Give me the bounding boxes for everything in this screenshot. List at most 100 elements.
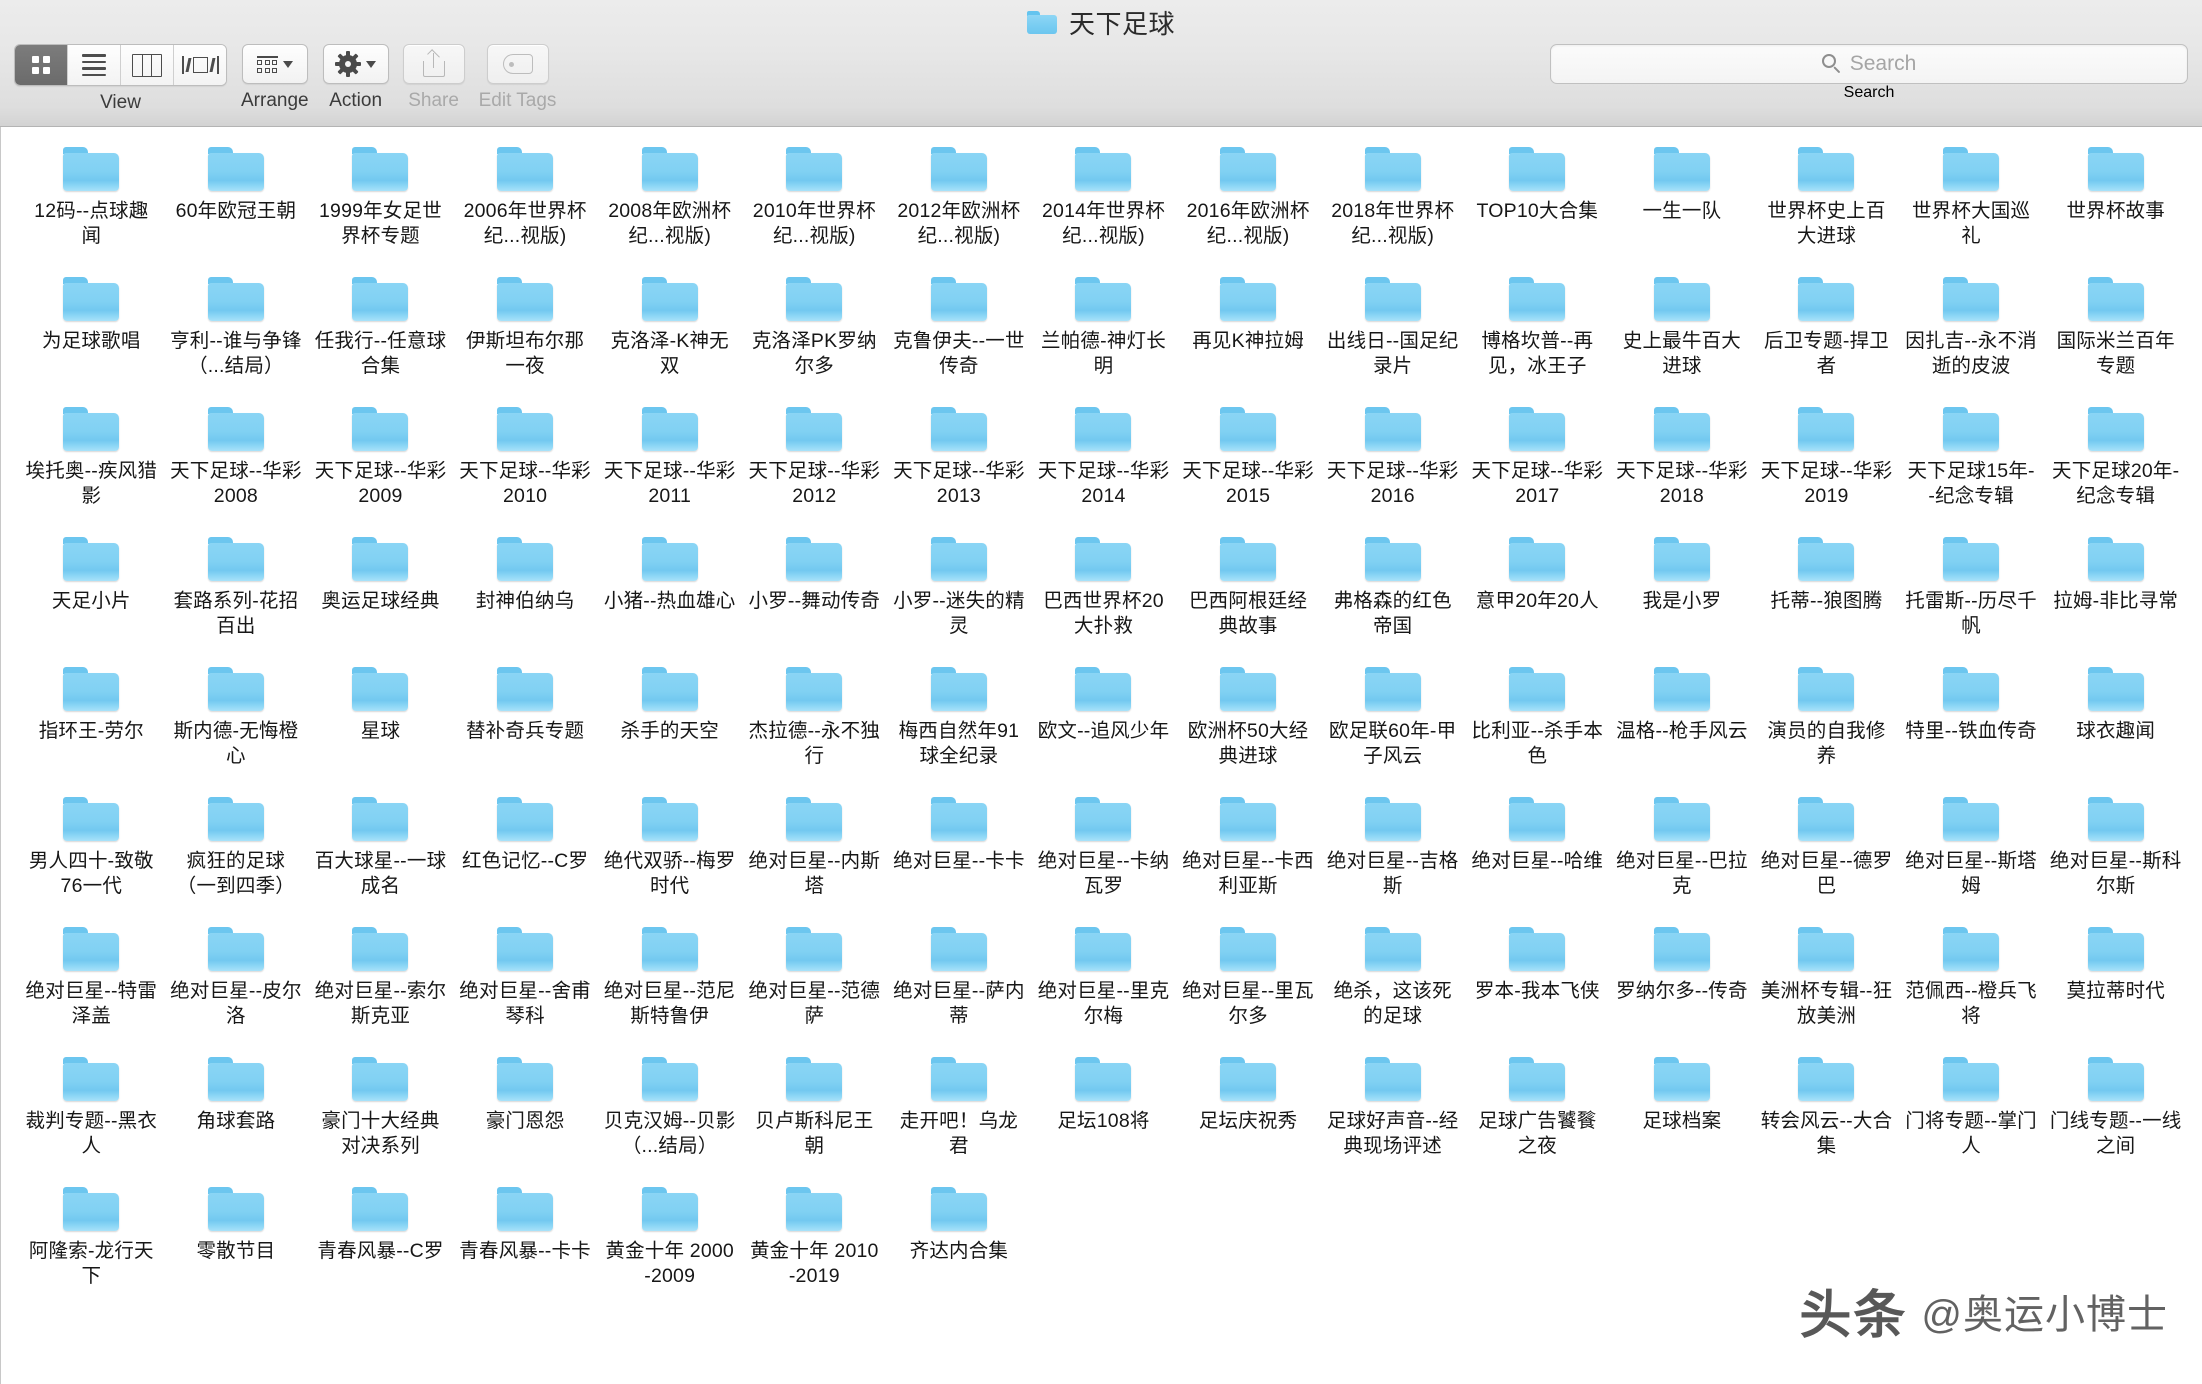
file-item[interactable]: 国际米兰百年专题 — [2043, 269, 2188, 399]
file-item[interactable]: 欧足联60年-甲子风云 — [1320, 659, 1465, 789]
file-item[interactable]: 2008年欧洲杯纪...视版) — [597, 139, 742, 269]
file-item[interactable]: 足球广告饕餮之夜 — [1465, 1049, 1610, 1179]
file-item[interactable]: 贝卢斯科尼王朝 — [742, 1049, 887, 1179]
file-item[interactable]: 贝克汉姆--贝影（...结局） — [597, 1049, 742, 1179]
file-item[interactable]: 弗格森的红色帝国 — [1320, 529, 1465, 659]
file-item[interactable]: 天下足球--华彩2014 — [1031, 399, 1176, 529]
file-item[interactable]: 豪门十大经典对决系列 — [308, 1049, 453, 1179]
action-button[interactable] — [322, 44, 389, 84]
file-item[interactable]: 星球 — [308, 659, 453, 789]
file-item[interactable]: 克鲁伊夫--一世传奇 — [887, 269, 1032, 399]
file-item[interactable]: 绝代双骄--梅罗时代 — [597, 789, 742, 919]
file-item[interactable]: 天下足球--华彩2012 — [742, 399, 887, 529]
file-item[interactable]: 绝杀，这该死的足球 — [1320, 919, 1465, 1049]
file-item[interactable]: TOP10大合集 — [1465, 139, 1610, 269]
file-item[interactable]: 梅西自然年91球全纪录 — [887, 659, 1032, 789]
file-item[interactable]: 欧文--追风少年 — [1031, 659, 1176, 789]
file-item[interactable]: 比利亚--杀手本色 — [1465, 659, 1610, 789]
file-item[interactable]: 替补奇兵专题 — [453, 659, 598, 789]
file-item[interactable]: 绝对巨星--皮尔洛 — [164, 919, 309, 1049]
file-item[interactable]: 青春风暴--卡卡 — [453, 1179, 598, 1309]
file-item[interactable]: 足球档案 — [1610, 1049, 1755, 1179]
file-item[interactable]: 绝对巨星--特雷泽盖 — [19, 919, 164, 1049]
file-item[interactable]: 套路系列-花招百出 — [164, 529, 309, 659]
file-item[interactable]: 豪门恩怨 — [453, 1049, 598, 1179]
share-button[interactable] — [402, 44, 465, 84]
file-item[interactable]: 克洛泽PK罗纳尔多 — [742, 269, 887, 399]
file-item[interactable]: 世界杯故事 — [2043, 139, 2188, 269]
file-item[interactable]: 欧洲杯50大经典进球 — [1176, 659, 1321, 789]
file-item[interactable]: 罗本-我本飞侠 — [1465, 919, 1610, 1049]
file-item[interactable]: 2006年世界杯纪...视版) — [453, 139, 598, 269]
file-item[interactable]: 天下足球--华彩2011 — [597, 399, 742, 529]
file-item[interactable]: 疯狂的足球（一到四季） — [164, 789, 309, 919]
file-item[interactable]: 角球套路 — [164, 1049, 309, 1179]
file-item[interactable]: 12码--点球趣闻 — [19, 139, 164, 269]
file-item[interactable]: 2018年世界杯纪...视版) — [1320, 139, 1465, 269]
file-item[interactable]: 天下足球--华彩2010 — [453, 399, 598, 529]
file-item[interactable]: 再见K神拉姆 — [1176, 269, 1321, 399]
file-item[interactable]: 天下足球--华彩2016 — [1320, 399, 1465, 529]
file-item[interactable]: 绝对巨星--卡西利亚斯 — [1176, 789, 1321, 919]
file-item[interactable]: 黄金十年 2000-2009 — [597, 1179, 742, 1309]
file-item[interactable]: 意甲20年20人 — [1465, 529, 1610, 659]
file-item[interactable]: 天下足球--华彩2009 — [308, 399, 453, 529]
file-item[interactable]: 裁判专题--黑衣人 — [19, 1049, 164, 1179]
file-item[interactable]: 零散节目 — [164, 1179, 309, 1309]
file-item[interactable]: 我是小罗 — [1610, 529, 1755, 659]
file-item[interactable]: 绝对巨星--范尼斯特鲁伊 — [597, 919, 742, 1049]
gallery-view-button[interactable] — [174, 45, 226, 85]
file-item[interactable]: 绝对巨星--萨内蒂 — [887, 919, 1032, 1049]
file-item[interactable]: 封神伯纳乌 — [453, 529, 598, 659]
file-item[interactable]: 足坛108将 — [1031, 1049, 1176, 1179]
edit-tags-button[interactable] — [486, 44, 549, 84]
file-item[interactable]: 60年欧冠王朝 — [164, 139, 309, 269]
file-item[interactable]: 温格--枪手风云 — [1610, 659, 1755, 789]
file-item[interactable]: 奥运足球经典 — [308, 529, 453, 659]
file-item[interactable]: 2014年世界杯纪...视版) — [1031, 139, 1176, 269]
file-item[interactable]: 一生一队 — [1610, 139, 1755, 269]
file-item[interactable]: 绝对巨星--德罗巴 — [1754, 789, 1899, 919]
file-item[interactable]: 因扎吉--永不消逝的皮波 — [1899, 269, 2044, 399]
file-item[interactable]: 天下足球--华彩2018 — [1610, 399, 1755, 529]
file-item[interactable]: 后卫专题-捍卫者 — [1754, 269, 1899, 399]
file-item[interactable]: 绝对巨星--哈维 — [1465, 789, 1610, 919]
file-item[interactable]: 博格坎普--再见，冰王子 — [1465, 269, 1610, 399]
file-item[interactable]: 世界杯史上百大进球 — [1754, 139, 1899, 269]
file-item[interactable]: 杰拉德--永不独行 — [742, 659, 887, 789]
file-item[interactable]: 罗纳尔多--传奇 — [1610, 919, 1755, 1049]
file-item[interactable]: 任我行--任意球合集 — [308, 269, 453, 399]
file-item[interactable]: 2016年欧洲杯纪...视版) — [1176, 139, 1321, 269]
file-item[interactable]: 转会风云--大合集 — [1754, 1049, 1899, 1179]
file-item[interactable]: 天下足球--华彩2013 — [887, 399, 1032, 529]
file-item[interactable]: 绝对巨星--斯塔姆 — [1899, 789, 2044, 919]
file-item[interactable]: 2012年欧洲杯纪...视版) — [887, 139, 1032, 269]
file-item[interactable]: 绝对巨星--吉格斯 — [1320, 789, 1465, 919]
file-item[interactable]: 青春风暴--C罗 — [308, 1179, 453, 1309]
file-item[interactable]: 为足球歌唱 — [19, 269, 164, 399]
file-item[interactable]: 足坛庆祝秀 — [1176, 1049, 1321, 1179]
file-item[interactable]: 史上最牛百大进球 — [1610, 269, 1755, 399]
file-item[interactable]: 门将专题--掌门人 — [1899, 1049, 2044, 1179]
file-item[interactable]: 绝对巨星--里瓦尔多 — [1176, 919, 1321, 1049]
file-item[interactable]: 天足小片 — [19, 529, 164, 659]
file-item[interactable]: 齐达内合集 — [887, 1179, 1032, 1309]
file-item[interactable]: 美洲杯专辑--狂放美洲 — [1754, 919, 1899, 1049]
file-item[interactable]: 莫拉蒂时代 — [2043, 919, 2188, 1049]
file-item[interactable]: 杀手的天空 — [597, 659, 742, 789]
file-item[interactable]: 出线日--国足纪录片 — [1320, 269, 1465, 399]
file-item[interactable]: 演员的自我修养 — [1754, 659, 1899, 789]
file-item[interactable]: 天下足球--华彩2015 — [1176, 399, 1321, 529]
file-item[interactable]: 黄金十年 2010-2019 — [742, 1179, 887, 1309]
file-item[interactable]: 范佩西--橙兵飞将 — [1899, 919, 2044, 1049]
file-item[interactable]: 小猪--热血雄心 — [597, 529, 742, 659]
file-item[interactable]: 绝对巨星--斯科尔斯 — [2043, 789, 2188, 919]
file-item[interactable]: 百大球星--一球成名 — [308, 789, 453, 919]
file-item[interactable]: 绝对巨星--里克尔梅 — [1031, 919, 1176, 1049]
arrange-button[interactable] — [241, 44, 308, 84]
search-field[interactable]: Search — [1550, 44, 2188, 84]
file-item[interactable]: 兰帕德-神灯长明 — [1031, 269, 1176, 399]
file-item[interactable]: 绝对巨星--巴拉克 — [1610, 789, 1755, 919]
file-item[interactable]: 男人四十-致敬76一代 — [19, 789, 164, 919]
file-item[interactable]: 天下足球20年-纪念专辑 — [2043, 399, 2188, 529]
